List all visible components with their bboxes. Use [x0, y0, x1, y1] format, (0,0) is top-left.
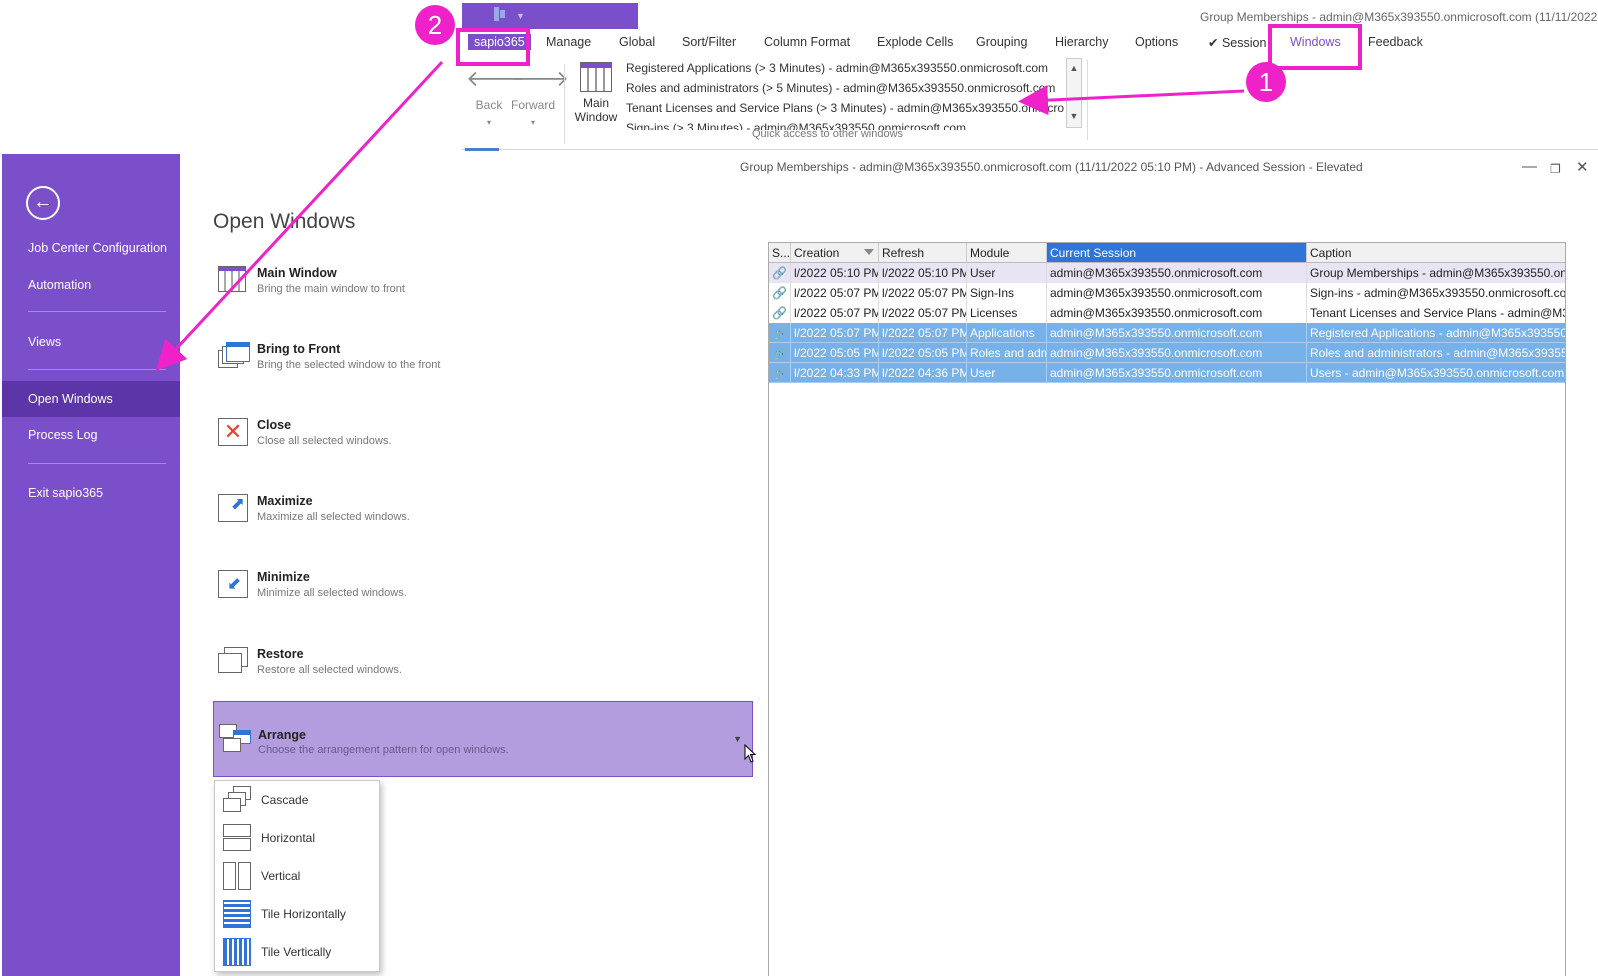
annotation-arrows	[155, 60, 1245, 371]
screenshot-root: ▼ Group Memberships - admin@M365x393550.…	[0, 0, 1598, 976]
arrow-to-open-windows	[155, 60, 444, 371]
arrow-to-quick-access	[1018, 85, 1245, 116]
